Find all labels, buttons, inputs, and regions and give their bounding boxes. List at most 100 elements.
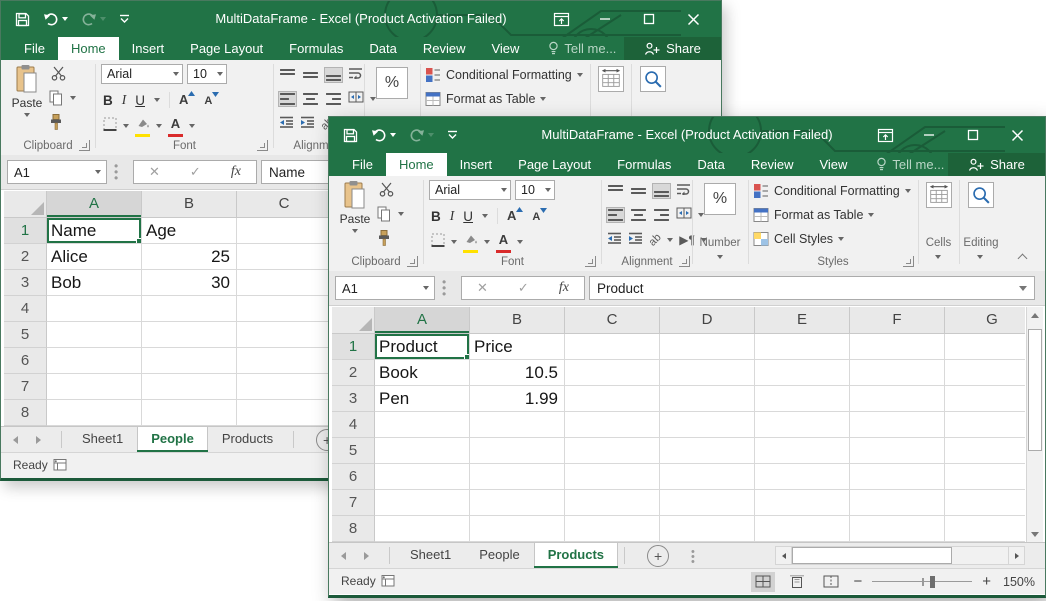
- row-header[interactable]: 1: [332, 334, 375, 360]
- editing-button[interactable]: [638, 66, 668, 92]
- grid-cell[interactable]: [237, 270, 332, 296]
- sheet-tab[interactable]: Products: [534, 543, 618, 568]
- customize-quick-access-button[interactable]: [447, 129, 458, 141]
- format-painter-button[interactable]: [377, 230, 391, 246]
- row-header[interactable]: 2: [4, 244, 47, 270]
- row-header[interactable]: 2: [332, 360, 375, 386]
- vertical-scroll-thumb[interactable]: [1028, 329, 1042, 451]
- font-name-dropdown-arrow[interactable]: [501, 188, 507, 192]
- font-dialog-launcher[interactable]: [257, 140, 268, 151]
- formula-bar-divider-dots[interactable]: •••: [114, 163, 118, 181]
- grid-cell[interactable]: [850, 334, 945, 360]
- grid-cell[interactable]: [237, 348, 332, 374]
- grid-cell[interactable]: [565, 412, 660, 438]
- grid-cell[interactable]: [470, 490, 565, 516]
- row-header[interactable]: 7: [4, 374, 47, 400]
- underline-dropdown-arrow[interactable]: [482, 214, 488, 218]
- grid-cell[interactable]: [850, 490, 945, 516]
- italic-button[interactable]: I: [122, 92, 127, 108]
- grid-cell[interactable]: Age: [142, 218, 237, 244]
- grid-cell[interactable]: [945, 516, 1025, 542]
- grid-cell[interactable]: Price: [470, 334, 565, 360]
- grid-cell[interactable]: [470, 438, 565, 464]
- font-name-combo[interactable]: Arial: [429, 180, 511, 200]
- formula-input[interactable]: Product: [589, 276, 1035, 300]
- paste-button[interactable]: Paste: [335, 180, 375, 233]
- sheet-tab[interactable]: People: [465, 543, 533, 568]
- grid-cell[interactable]: [945, 412, 1025, 438]
- grid-cell[interactable]: [565, 360, 660, 386]
- expand-formula-bar-icon[interactable]: [1019, 286, 1027, 291]
- zoom-in-button[interactable]: +: [982, 575, 991, 589]
- editing-dropdown-arrow[interactable]: [977, 255, 983, 259]
- styles-dialog-launcher[interactable]: [903, 256, 914, 267]
- minimize-button[interactable]: [583, 1, 627, 37]
- decrease-indent-icon[interactable]: [279, 115, 294, 133]
- row-header[interactable]: 4: [4, 296, 47, 322]
- menu-tab[interactable]: Review: [738, 153, 807, 176]
- scroll-down-arrow[interactable]: [1027, 526, 1043, 542]
- select-all-corner[interactable]: [4, 191, 47, 218]
- fill-color-button[interactable]: [135, 115, 150, 137]
- grid-cell[interactable]: [375, 516, 470, 542]
- increase-indent-icon[interactable]: [300, 115, 315, 133]
- font-color-dropdown-arrow[interactable]: [189, 124, 195, 128]
- grid-cell[interactable]: [237, 322, 332, 348]
- merge-center-icon[interactable]: [676, 206, 692, 224]
- cells-button[interactable]: [924, 182, 954, 208]
- undo-button[interactable]: [43, 12, 68, 27]
- previous-sheet-arrow[interactable]: [13, 436, 18, 444]
- ribbon-display-options-button[interactable]: [863, 117, 907, 153]
- align-middle-icon[interactable]: [630, 184, 647, 198]
- font-size-combo[interactable]: 10: [515, 180, 555, 200]
- menu-tab[interactable]: Insert: [119, 37, 178, 60]
- scroll-left-arrow[interactable]: [776, 547, 792, 564]
- menu-tab[interactable]: File: [339, 153, 386, 176]
- ribbon-display-options-button[interactable]: [539, 1, 583, 37]
- number-format-button[interactable]: %: [376, 67, 408, 99]
- editing-button[interactable]: [966, 182, 996, 208]
- column-header[interactable]: C: [237, 191, 332, 218]
- grid-cell[interactable]: [850, 412, 945, 438]
- paste-button[interactable]: Paste: [7, 64, 47, 117]
- share-button[interactable]: Share: [624, 37, 721, 60]
- format-as-table-button[interactable]: Format as Table: [753, 207, 874, 223]
- menu-tab[interactable]: Data: [356, 37, 409, 60]
- grid-cell[interactable]: [850, 438, 945, 464]
- grid-cell[interactable]: [142, 296, 237, 322]
- insert-function-button[interactable]: fx: [559, 280, 569, 296]
- cell-styles-dropdown-arrow[interactable]: [838, 237, 844, 241]
- grid-cell[interactable]: [755, 386, 850, 412]
- decrease-indent-icon[interactable]: [607, 231, 622, 249]
- maximize-button[interactable]: [627, 1, 671, 37]
- grid-cell[interactable]: [470, 412, 565, 438]
- clipboard-dialog-launcher[interactable]: [407, 256, 418, 267]
- zoom-out-button[interactable]: −: [853, 575, 862, 589]
- cut-button[interactable]: [379, 182, 407, 197]
- cut-button[interactable]: [51, 66, 79, 81]
- grid-cell[interactable]: [142, 348, 237, 374]
- zoom-slider[interactable]: [872, 575, 972, 589]
- menu-tab[interactable]: Review: [410, 37, 479, 60]
- row-header[interactable]: 8: [4, 400, 47, 426]
- customize-quick-access-button[interactable]: [119, 13, 130, 25]
- select-all-corner[interactable]: [332, 307, 375, 334]
- sheet-tab[interactable]: People: [137, 427, 208, 452]
- decrease-font-button[interactable]: A: [532, 207, 547, 225]
- normal-view-button[interactable]: [751, 572, 775, 592]
- conditional-formatting-dropdown-arrow[interactable]: [905, 189, 911, 193]
- underline-button[interactable]: U: [463, 209, 473, 224]
- font-size-dropdown-arrow[interactable]: [217, 72, 223, 76]
- grid-cell[interactable]: [660, 490, 755, 516]
- name-box[interactable]: A1: [335, 276, 435, 300]
- menu-tab[interactable]: Formulas: [604, 153, 684, 176]
- grid-cell[interactable]: [945, 334, 1025, 360]
- font-name-combo[interactable]: Arial: [101, 64, 183, 84]
- scroll-up-arrow[interactable]: [1027, 307, 1043, 323]
- collapse-ribbon-button[interactable]: [1018, 252, 1027, 261]
- fill-handle[interactable]: [464, 354, 470, 360]
- wrap-text-icon[interactable]: [348, 66, 363, 84]
- column-header[interactable]: D: [660, 307, 755, 334]
- column-header[interactable]: G: [945, 307, 1025, 334]
- clipboard-dialog-launcher[interactable]: [79, 140, 90, 151]
